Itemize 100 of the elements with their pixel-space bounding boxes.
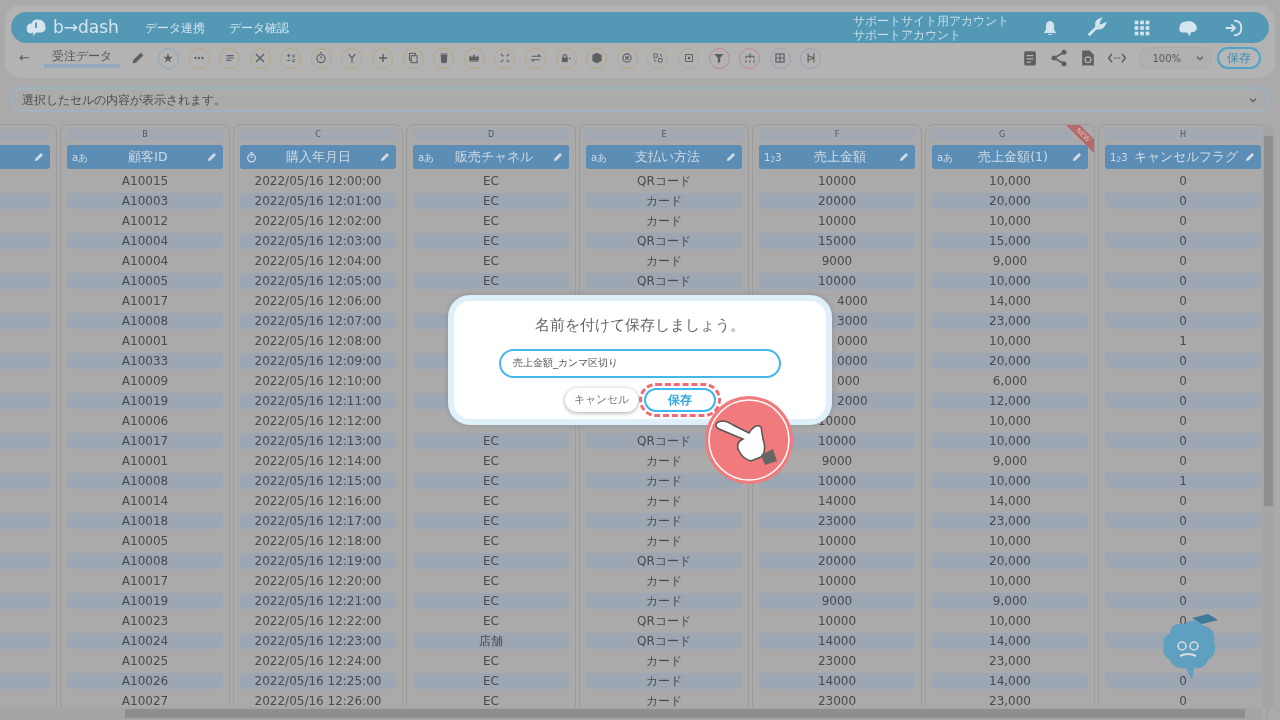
table-cell-text: A10001: [120, 453, 170, 469]
table-cell-text: A10023: [120, 613, 170, 629]
table-cell: EC: [413, 233, 569, 249]
column-letter[interactable]: D: [413, 129, 569, 141]
table-cell-text: EC: [482, 613, 500, 629]
table-cell: 0: [1105, 273, 1261, 289]
sheet-name[interactable]: 受注データ: [43, 48, 120, 68]
table-cell: 20000: [759, 193, 915, 209]
table-cell-text: 2022/05/16 12:18:00: [253, 533, 383, 549]
table-cell-text: 10,000: [988, 613, 1032, 629]
table-cell-text: 10,000: [988, 213, 1032, 229]
type-label: aあ: [72, 150, 90, 165]
table-cell: A10004: [67, 233, 223, 249]
table-cell-text: カード: [645, 253, 683, 269]
table-cell-text: QRコード: [636, 613, 692, 629]
table-cell: A10033: [67, 353, 223, 369]
table-cell: 2022/05/16 12:03:00: [240, 233, 396, 249]
table-cell-text: 14,000: [988, 293, 1032, 309]
column-letter[interactable]: H: [1105, 129, 1261, 141]
nav-link[interactable]: データ確認: [228, 18, 289, 37]
table-cell-text: EC: [482, 533, 500, 549]
column-header[interactable]: 購入年月日: [240, 145, 396, 169]
column-letter[interactable]: F: [759, 129, 915, 141]
column-letter[interactable]: C: [240, 129, 396, 141]
table-cell: QRコード: [586, 633, 742, 649]
table-cell-text: 0: [1178, 373, 1188, 389]
table-cell-text: 0: [1178, 493, 1188, 509]
table-cell-text: 23,000: [988, 653, 1032, 669]
table-cell-text: 0000: [836, 333, 869, 349]
table-cell: QRコード: [586, 553, 742, 569]
table-cell: 15,000: [932, 233, 1088, 249]
table-cell-text: カード: [645, 213, 683, 229]
table-cell-text: 23,000: [988, 693, 1032, 709]
table-cell: EC: [413, 193, 569, 209]
column-header[interactable]: aあ 売上金額(1): [932, 145, 1088, 169]
table-cell-text: A10015: [120, 173, 170, 189]
table-cell: 2022/05/16 12:07:00: [240, 313, 396, 329]
table-cell-text: 9000: [820, 253, 854, 269]
table-cell: A10008: [67, 313, 223, 329]
type-label: aあ: [937, 150, 955, 165]
nav-link[interactable]: データ連携: [144, 18, 205, 37]
table-cell-text: カード: [645, 493, 683, 509]
table-cell: 12,000: [932, 393, 1088, 409]
table-cell-text: A10014: [120, 493, 170, 509]
name-input-field[interactable]: 売上金額_カンマ区切り: [499, 348, 781, 378]
table-cell: EC: [413, 513, 569, 529]
column-letter[interactable]: E: [586, 129, 742, 141]
table-cell-text: 23000: [816, 653, 858, 669]
table-cell: 10,000: [932, 473, 1088, 489]
table-cell-text: EC: [482, 253, 500, 269]
table-cell: EC: [413, 593, 569, 609]
table-cell-text: カード: [645, 573, 683, 589]
column-header[interactable]: 1$_{2}$3 売上金額: [759, 145, 915, 169]
table-cell: 23000: [759, 513, 915, 529]
table-cell: 20,000: [932, 553, 1088, 569]
back-button[interactable]: ←: [19, 48, 30, 68]
table-cell-text: 2022/05/16 12:06:00: [253, 293, 383, 309]
dialog-title: 名前を付けて保存しましょう。: [535, 316, 745, 335]
table-cell-text: EC: [482, 493, 500, 509]
table-cell-text: A10004: [120, 253, 170, 269]
table-cell-text: 4000: [836, 293, 869, 309]
table-cell: 0: [1105, 673, 1261, 689]
logo-text[interactable]: b→dash: [53, 14, 119, 41]
table-cell-text: EC: [482, 653, 500, 669]
table-cell-text: 0: [1178, 533, 1188, 549]
column-letter[interactable]: G: [932, 129, 1072, 141]
table-cell-text: A10006: [120, 413, 170, 429]
table-cell-text: 10,000: [988, 573, 1032, 589]
table-cell-text: カード: [645, 533, 683, 549]
column-header[interactable]: aあ 顧客ID: [67, 145, 223, 169]
column-header[interactable]: aあ 支払い方法: [586, 145, 742, 169]
table-cell: A10017: [67, 433, 223, 449]
table-cell: 0: [1105, 553, 1261, 569]
table-cell: EC: [413, 553, 569, 569]
table-cell: A10008: [67, 553, 223, 569]
column-header[interactable]: 1$_{2}$3 キャンセルフラグ: [1105, 145, 1261, 169]
table-cell-text: 0: [1178, 213, 1188, 229]
table-cell-text: 1: [1178, 333, 1188, 349]
table-cell: カード: [586, 673, 742, 689]
table-cell: 0: [1105, 353, 1261, 369]
save-button[interactable]: 保存: [1217, 47, 1261, 69]
table-cell-text: 10000: [816, 613, 858, 629]
table-cell: A10019: [67, 593, 223, 609]
table-cell-text: カード: [645, 653, 683, 669]
table-cell-text: A10009: [120, 373, 170, 389]
table-cell-text: A10017: [120, 573, 170, 589]
table-cell-text: EC: [482, 573, 500, 589]
cell-content-field[interactable]: 選択したセルの内容が表示されます。: [10, 87, 1270, 112]
table-cell-text: EC: [482, 693, 500, 709]
table-cell-text: 0: [1178, 253, 1188, 269]
column-letter[interactable]: B: [67, 129, 223, 141]
cancel-button[interactable]: キャンセル: [564, 387, 638, 412]
table-cell: A10005: [67, 273, 223, 289]
zoom-select[interactable]: 100%: [1139, 48, 1211, 68]
table-cell: 14000: [759, 673, 915, 689]
table-cell: 2022/05/16 12:01:00: [240, 193, 396, 209]
column-header[interactable]: aあ 販売チャネル: [413, 145, 569, 169]
table-cell-text: 14000: [816, 493, 858, 509]
table-cell: 店舗: [413, 633, 569, 649]
table-cell: 9000: [759, 593, 915, 609]
